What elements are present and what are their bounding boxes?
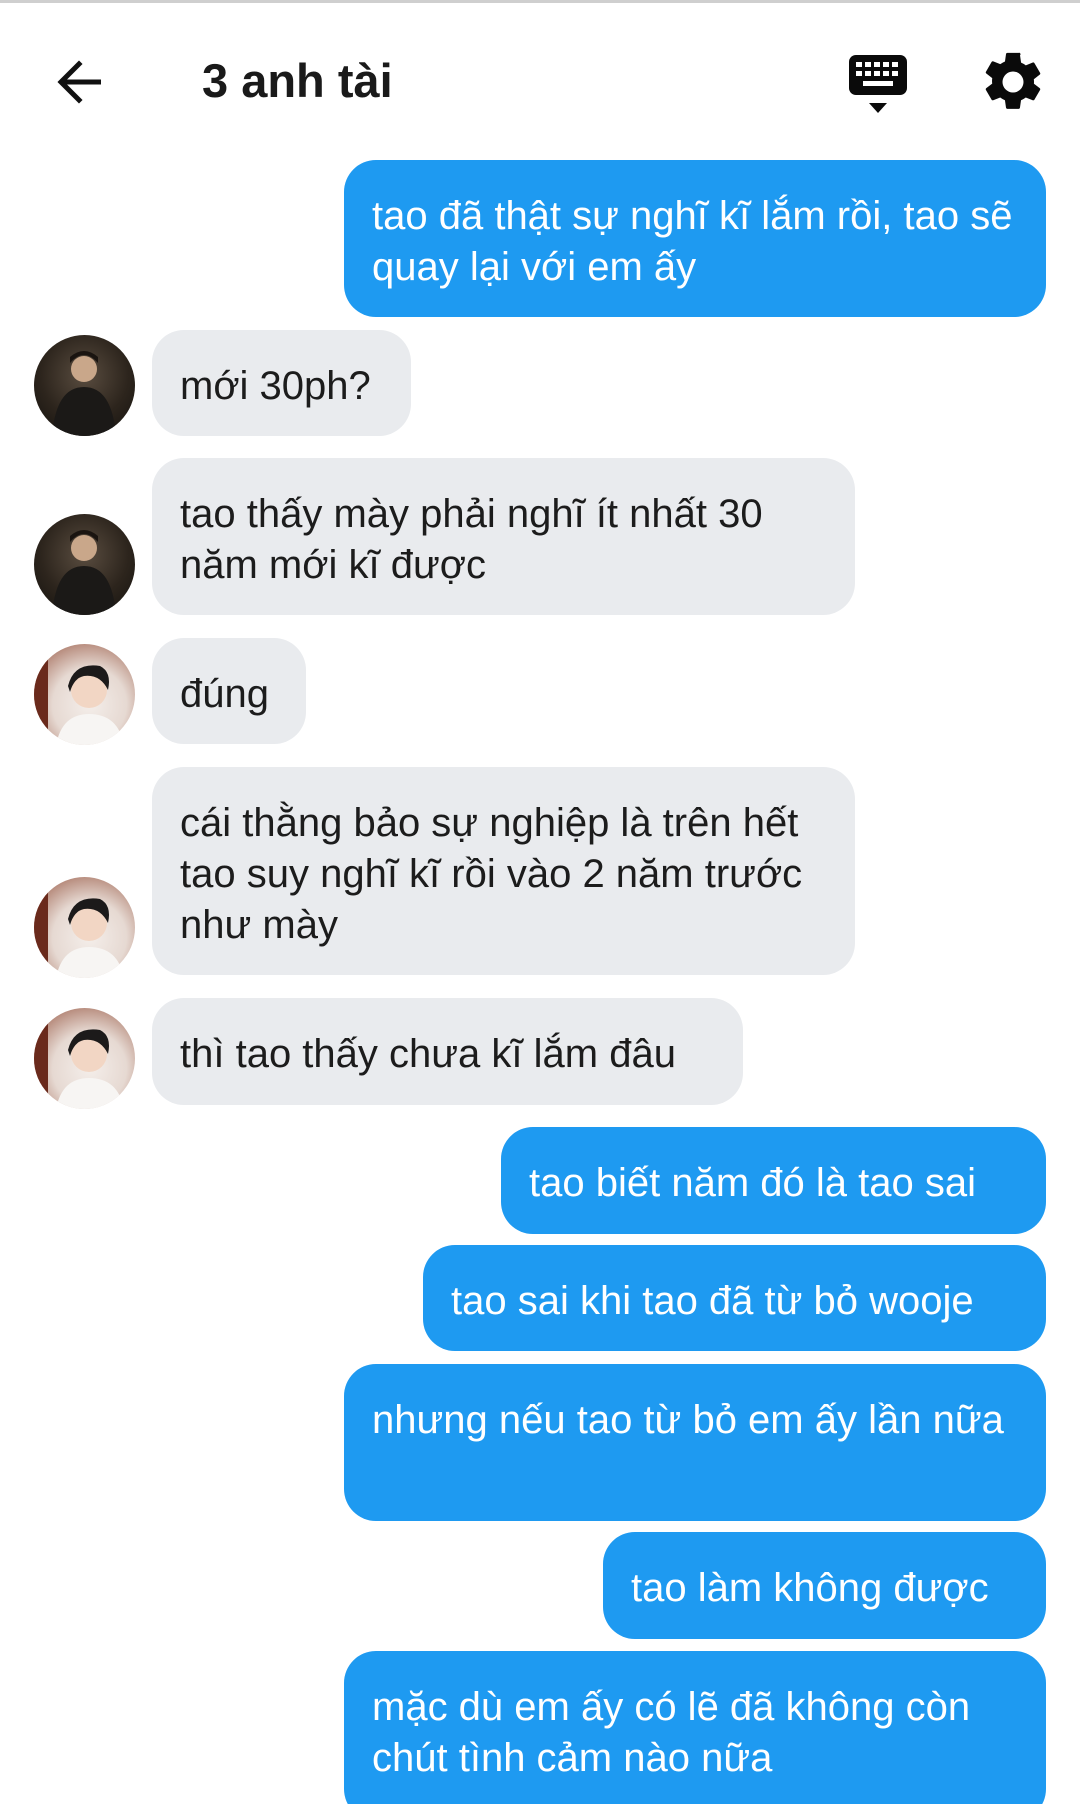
person-light-icon [34,1008,124,1109]
message-bubble-outgoing[interactable]: nhưng nếu tao từ bỏ em ấy lần nữa [344,1364,1046,1521]
avatar[interactable] [34,1008,135,1109]
keyboard-icon [849,55,907,113]
message-bubble-incoming[interactable]: mới 30ph? [152,330,411,436]
message-bubble-outgoing[interactable]: tao làm không được [603,1532,1046,1639]
chat-header: 3 anh tài [0,3,1080,153]
settings-button[interactable] [978,47,1048,117]
avatar[interactable] [34,877,135,978]
person-light-icon [34,644,124,745]
avatar[interactable] [34,644,135,745]
avatar[interactable] [34,514,135,615]
gear-icon [985,52,1041,109]
chat-title: 3 anh tài [202,54,393,107]
message-bubble-outgoing[interactable]: mặc dù em ấy có lẽ đã không còn chút tìn… [344,1651,1046,1804]
person-dark-icon [52,530,116,615]
back-button[interactable] [44,47,114,117]
message-bubble-incoming[interactable]: thì tao thấy chưa kĩ lắm đâu [152,998,743,1105]
message-bubble-incoming[interactable]: cái thằng bảo sự nghiệp là trên hết tao … [152,767,855,975]
avatar[interactable] [34,335,135,436]
message-bubble-outgoing[interactable]: tao sai khi tao đã từ bỏ wooje [423,1245,1046,1351]
keyboard-button[interactable] [843,51,913,121]
message-bubble-incoming[interactable]: tao thấy mày phải nghĩ ít nhất 30 năm mớ… [152,458,855,615]
message-bubble-incoming[interactable]: đúng [152,638,306,744]
person-dark-icon [52,351,116,436]
message-bubble-outgoing[interactable]: tao đã thật sự nghĩ kĩ lắm rồi, tao sẽ q… [344,160,1046,317]
message-bubble-outgoing[interactable]: tao biết năm đó là tao sai [501,1127,1046,1234]
arrow-left-icon [57,60,101,104]
person-light-icon [34,877,124,978]
